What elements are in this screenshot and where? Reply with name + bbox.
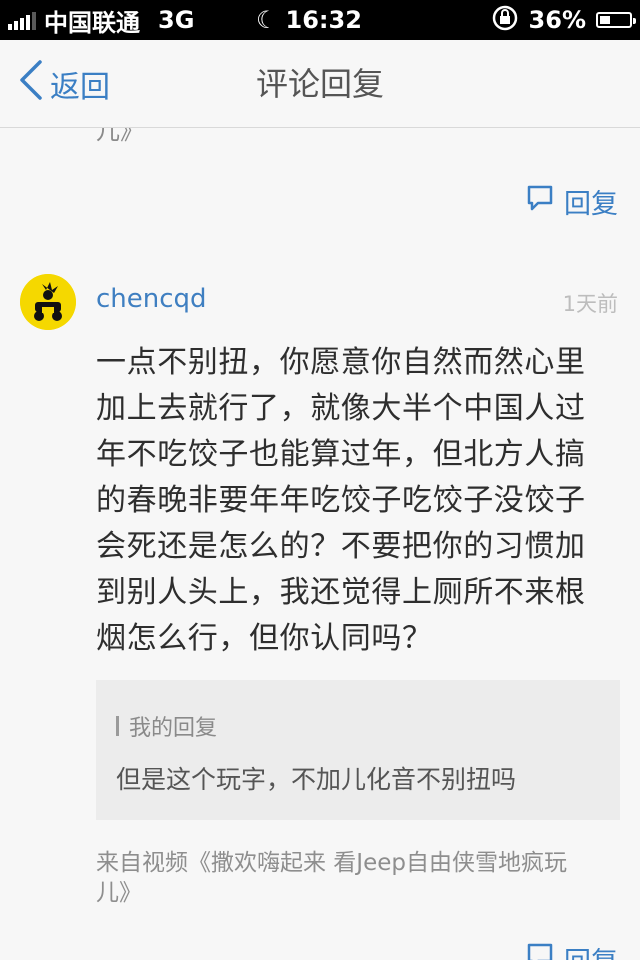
clock: 16:32 [285, 6, 362, 34]
comment-line: 到别人头上，我还觉得上厕所不来根 [96, 575, 586, 610]
source-line: 儿》 [96, 880, 142, 906]
reply-label: 回复 [564, 189, 618, 220]
battery-icon [596, 12, 636, 28]
comment-line: 的春晚非要年年吃饺子吃饺子没饺子 [96, 483, 586, 518]
network-label: 3G [158, 6, 195, 34]
comment-source[interactable]: 来自视频《撒欢嗨起来 看Jeep自由侠雪地疯玩 儿》 [96, 848, 606, 908]
comment-username[interactable]: chencqd [96, 284, 207, 314]
signal-icon [8, 10, 36, 30]
comment-line: 烟怎么行，但你认同吗？ [96, 621, 433, 656]
quote-label: 我的回复 [129, 716, 218, 741]
quoted-reply: 我的回复 但是这个玩字，不加儿化音不别扭吗 [96, 680, 620, 820]
source-line: 来自视频《撒欢嗨起来 看Jeep自由侠雪地疯玩 [96, 850, 567, 876]
comment-line: 加上去就行了，就像大半个中国人过 [96, 391, 586, 426]
reply-button[interactable]: 回复 [526, 182, 618, 221]
avatar[interactable] [20, 274, 76, 330]
carrier-label: 中国联通 [44, 8, 140, 37]
comment-bubble-icon [526, 184, 554, 219]
nav-bar: 返回 评论回复 [0, 40, 640, 128]
comment-body: 一点不别扭，你愿意你自然而然心里 加上去就行了，就像大半个中国人过 年不吃饺子也… [96, 340, 616, 662]
battery-percent: 36% [528, 6, 586, 34]
reply-label: 回复 [564, 940, 618, 960]
previous-comment-source-tail: 儿》 [96, 128, 144, 145]
moon-icon: ☾ [256, 6, 278, 34]
comment-time: 1天前 [562, 292, 618, 316]
reply-button-2[interactable]: 回复 [526, 940, 618, 960]
comment-line: 会死还是怎么的？不要把你的习惯加 [96, 529, 586, 564]
comment-list[interactable]: 儿》 回复 chencqd 1天前 一点不别扭，你愿意你自然而然心里 加上去就行… [0, 128, 640, 960]
quote-bar [116, 716, 119, 736]
comment-line: 年不吃饺子也能算过年，但北方人搞 [96, 437, 586, 472]
page-title: 评论回复 [255, 65, 384, 103]
comment-bubble-icon [526, 942, 554, 960]
comment-line: 一点不别扭，你愿意你自然而然心里 [96, 345, 586, 380]
status-bar: 中国联通 3G ☾ 16:32 36% [0, 0, 640, 40]
rotation-lock-icon [491, 4, 519, 36]
quote-text: 但是这个玩字，不加儿化音不别扭吗 [116, 765, 517, 794]
